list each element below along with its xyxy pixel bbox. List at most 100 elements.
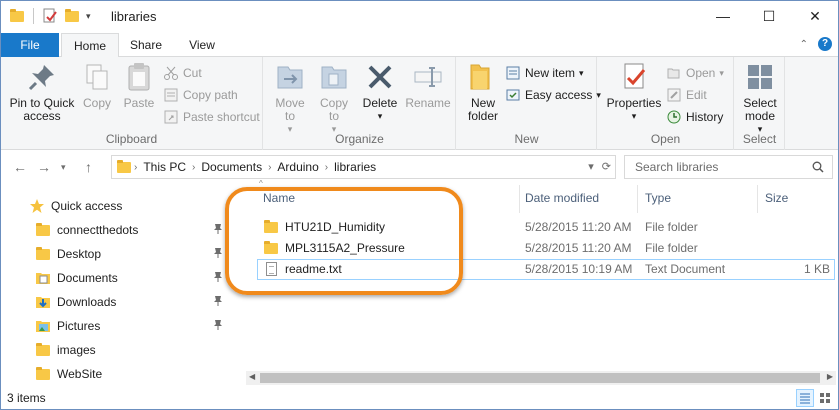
select-mode-button[interactable]: Select mode ▾ <box>739 61 781 136</box>
nav-item-quick-access[interactable]: Quick access <box>1 194 229 218</box>
close-button[interactable]: ✕ <box>792 1 838 31</box>
tab-home[interactable]: Home <box>61 33 119 58</box>
copy-path-button[interactable]: Copy path <box>163 85 238 105</box>
breadcrumb-chevron-icon: › <box>134 161 138 173</box>
history-button[interactable]: History <box>666 107 723 127</box>
rename-button[interactable]: Rename <box>404 61 452 110</box>
item-count: 3 items <box>7 391 46 405</box>
easy-access-button[interactable]: Easy access ▾ <box>505 85 601 105</box>
horizontal-scrollbar[interactable]: ◀ ▶ <box>246 371 836 385</box>
copy-to-button[interactable]: Copy to ▾ <box>314 61 354 136</box>
delete-label: Delete <box>362 96 398 110</box>
history-clock-icon <box>666 109 682 125</box>
tab-share[interactable]: Share <box>121 33 171 57</box>
column-name[interactable]: Name <box>263 191 295 205</box>
breadcrumb-chevron-icon: › <box>192 161 196 173</box>
maximize-button[interactable]: ☐ <box>746 1 792 31</box>
tab-view[interactable]: View <box>177 33 227 57</box>
tab-file[interactable]: File <box>1 33 59 57</box>
nav-item-documents[interactable]: Documents <box>1 266 229 290</box>
scissors-icon <box>163 65 179 81</box>
new-item-button[interactable]: New item ▾ <box>505 63 584 83</box>
paste-button[interactable]: Paste <box>119 61 159 110</box>
file-list: ^ Name Date modified Type Size HTU21D_Hu… <box>241 179 838 365</box>
new-folder-qat-icon[interactable] <box>64 8 80 24</box>
column-type[interactable]: Type <box>645 191 671 205</box>
address-tools: ▾ ⟳ <box>588 160 611 173</box>
address-bar[interactable]: › This PC › Documents › Arduino › librar… <box>111 155 616 179</box>
search-box[interactable]: Search libraries <box>624 155 833 179</box>
nav-item-downloads[interactable]: Downloads <box>1 290 229 314</box>
scroll-left-icon[interactable]: ◀ <box>249 372 255 381</box>
folder-icon <box>35 366 51 382</box>
nav-item-images[interactable]: images <box>1 338 229 362</box>
status-bar: 3 items <box>1 387 838 409</box>
open-icon <box>666 65 682 81</box>
breadcrumb-libraries[interactable]: libraries <box>330 160 380 174</box>
details-view-button[interactable] <box>796 389 814 407</box>
navigation-pane: Quick access connectthedots Desktop Docu… <box>1 189 229 387</box>
scrollbar-thumb[interactable] <box>260 373 820 383</box>
file-row[interactable]: MPL3115A2_Pressure 5/28/2015 11:20 AM Fi… <box>257 238 835 259</box>
select-group: Select mode ▾ Select <box>735 57 785 150</box>
search-icon[interactable] <box>812 161 824 173</box>
file-size: 1 KB <box>803 262 830 276</box>
breadcrumb-arduino[interactable]: Arduino <box>273 160 322 174</box>
refresh-icon[interactable]: ⟳ <box>602 160 611 173</box>
paste-shortcut-button[interactable]: Paste shortcut <box>163 107 260 127</box>
edit-button[interactable]: Edit <box>666 85 707 105</box>
nav-item-pictures[interactable]: Pictures <box>1 314 229 338</box>
scroll-right-icon[interactable]: ▶ <box>827 372 833 381</box>
nav-label: Quick access <box>51 199 123 213</box>
nav-label: Pictures <box>57 319 101 333</box>
breadcrumb-documents[interactable]: Documents <box>197 160 266 174</box>
copy-button[interactable]: Copy <box>79 61 115 110</box>
column-divider[interactable] <box>637 185 638 213</box>
qat-divider <box>33 8 34 24</box>
paste-shortcut-label: Paste shortcut <box>183 110 260 124</box>
copy-icon <box>81 61 113 93</box>
clipboard-group: Pin to Quick access Copy Paste Cut Copy … <box>1 57 263 150</box>
clipboard-icon <box>123 61 155 93</box>
move-to-button[interactable]: Move to ▾ <box>270 61 310 136</box>
new-folder-button[interactable]: New folder <box>463 61 503 123</box>
breadcrumb-this-pc[interactable]: This PC <box>139 160 190 174</box>
sort-up-icon: ^ <box>259 179 263 188</box>
file-type: Text Document <box>645 262 726 276</box>
cut-button[interactable]: Cut <box>163 63 202 83</box>
search-input[interactable]: Search libraries <box>635 160 718 174</box>
collapse-ribbon-icon[interactable]: ⌃ <box>800 39 808 50</box>
edit-label: Edit <box>686 88 707 102</box>
nav-label: Downloads <box>57 295 117 309</box>
nav-item-connectthedots[interactable]: connectthedots <box>1 218 229 242</box>
back-arrow-icon[interactable]: ← <box>13 159 27 175</box>
column-divider[interactable] <box>757 185 758 213</box>
file-row-selected[interactable]: readme.txt 5/28/2015 10:19 AM Text Docum… <box>257 259 835 280</box>
large-icons-view-button[interactable] <box>816 389 834 407</box>
column-divider[interactable] <box>519 185 520 213</box>
qat-dropdown-icon[interactable]: ▾ <box>86 11 91 22</box>
properties-button[interactable]: Properties ▾ <box>604 61 664 123</box>
forward-arrow-icon[interactable]: → <box>37 159 51 175</box>
minimize-button[interactable]: — <box>700 1 746 31</box>
up-arrow-icon[interactable]: ↑ <box>85 159 92 175</box>
move-to-icon <box>274 61 306 93</box>
column-size[interactable]: Size <box>765 191 788 205</box>
pin-to-quick-access-button[interactable]: Pin to Quick access <box>7 61 77 123</box>
open-button[interactable]: Open ▾ <box>666 63 724 83</box>
quick-access-toolbar: ▾ <box>9 8 91 24</box>
column-date-modified[interactable]: Date modified <box>525 191 599 205</box>
nav-item-desktop[interactable]: Desktop <box>1 242 229 266</box>
documents-icon <box>35 270 51 286</box>
address-dropdown-icon[interactable]: ▾ <box>588 160 594 173</box>
paste-shortcut-icon <box>163 109 179 125</box>
delete-button[interactable]: Delete ▾ <box>360 61 400 123</box>
nav-label: connectthedots <box>57 223 139 237</box>
help-icon[interactable]: ? <box>818 37 832 51</box>
properties-qat-icon[interactable] <box>42 8 58 24</box>
large-icons-view-icon <box>820 393 830 403</box>
nav-item-website[interactable]: WebSite <box>1 362 229 386</box>
organize-group: Move to ▾ Copy to ▾ Delete ▾ Rename Orga… <box>264 57 456 150</box>
file-row[interactable]: HTU21D_Humidity 5/28/2015 11:20 AM File … <box>257 217 835 238</box>
recent-locations-icon[interactable]: ▾ <box>61 162 66 173</box>
